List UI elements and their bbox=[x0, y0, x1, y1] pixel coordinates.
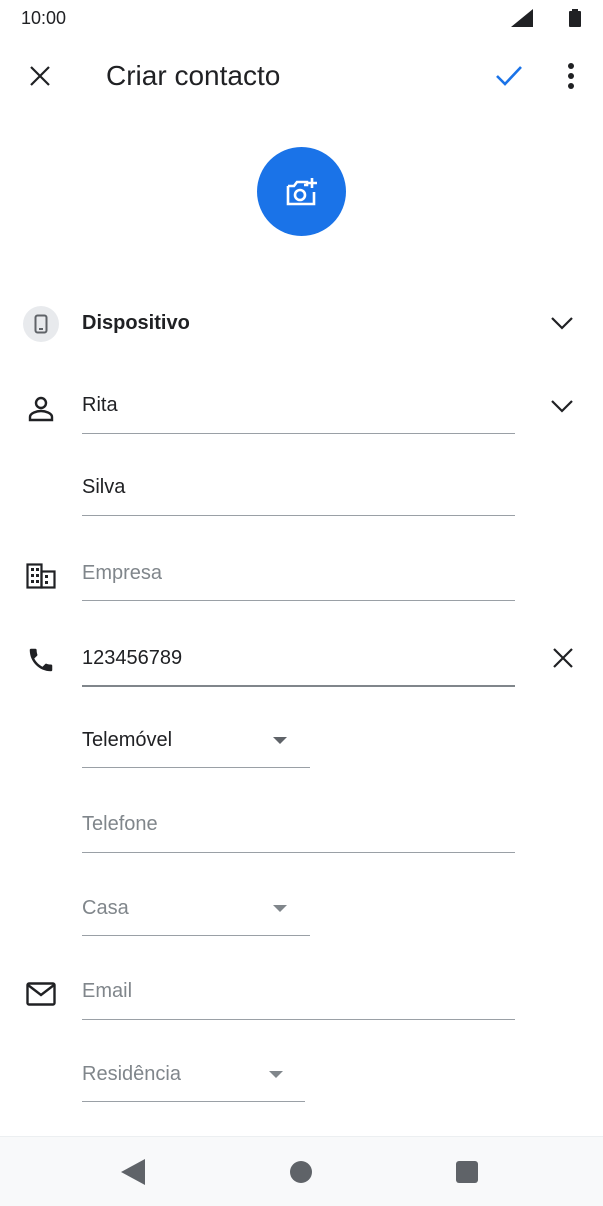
account-expand-button[interactable] bbox=[542, 303, 582, 343]
add-photo-button[interactable] bbox=[257, 147, 346, 236]
close-button[interactable] bbox=[16, 52, 64, 100]
dropdown-arrow-icon bbox=[273, 737, 287, 744]
clear-phone-button[interactable] bbox=[543, 638, 583, 678]
phone-type-underline bbox=[82, 767, 310, 768]
back-icon[interactable] bbox=[121, 1159, 145, 1185]
email-field[interactable]: Email bbox=[82, 972, 515, 1020]
second-phone-underline bbox=[82, 852, 515, 853]
phone-device-icon bbox=[34, 314, 48, 334]
company-placeholder: Empresa bbox=[82, 562, 163, 584]
battery-icon bbox=[569, 9, 581, 27]
chevron-down-icon bbox=[551, 400, 573, 413]
dropdown-arrow-icon bbox=[273, 905, 287, 912]
second-phone-type-value: Casa bbox=[82, 897, 129, 919]
name-expand-button[interactable] bbox=[542, 386, 582, 426]
phone-field[interactable]: 123456789 bbox=[82, 638, 515, 687]
email-placeholder: Email bbox=[82, 980, 133, 1002]
email-icon bbox=[26, 982, 56, 1006]
check-icon bbox=[496, 66, 522, 86]
more-vert-icon bbox=[568, 63, 574, 89]
phone-value: 123456789 bbox=[82, 647, 183, 669]
more-options-button[interactable] bbox=[547, 52, 595, 100]
person-icon bbox=[28, 396, 54, 422]
first-name-value: Rita bbox=[82, 394, 118, 416]
status-time: 10:00 bbox=[21, 8, 67, 28]
first-name-underline bbox=[82, 433, 515, 434]
save-button[interactable] bbox=[485, 52, 533, 100]
company-field[interactable]: Empresa bbox=[82, 554, 515, 601]
navigation-bar bbox=[0, 1136, 603, 1206]
last-name-underline bbox=[82, 515, 515, 516]
status-bar: 10:00 bbox=[0, 0, 603, 38]
second-phone-placeholder: Telefone bbox=[82, 813, 158, 835]
add-photo-icon bbox=[286, 177, 317, 205]
phone-underline bbox=[82, 685, 515, 687]
account-label[interactable]: Dispositivo bbox=[82, 312, 190, 335]
signal-icon bbox=[511, 9, 533, 27]
email-underline bbox=[82, 1019, 515, 1020]
phone-icon-wrap bbox=[24, 643, 58, 677]
last-name-field[interactable]: Silva bbox=[82, 470, 515, 516]
phone-type-select[interactable]: Telemóvel bbox=[82, 720, 310, 768]
email-type-select[interactable]: Residência bbox=[82, 1054, 305, 1102]
app-bar: Criar contacto bbox=[0, 38, 603, 116]
second-phone-field[interactable]: Telefone bbox=[82, 806, 515, 853]
last-name-value: Silva bbox=[82, 476, 126, 498]
recents-icon[interactable] bbox=[456, 1161, 478, 1183]
second-phone-type-select[interactable]: Casa bbox=[82, 888, 310, 936]
chevron-down-icon bbox=[551, 317, 573, 330]
business-icon bbox=[26, 563, 56, 589]
email-type-value: Residência bbox=[82, 1063, 181, 1085]
phone-icon bbox=[29, 648, 53, 672]
device-badge bbox=[23, 306, 59, 342]
clear-icon bbox=[553, 648, 573, 668]
close-icon bbox=[30, 66, 50, 86]
home-icon[interactable] bbox=[290, 1161, 312, 1183]
page-title: Criar contacto bbox=[106, 60, 281, 91]
email-type-underline bbox=[82, 1101, 305, 1102]
second-phone-type-underline bbox=[82, 935, 310, 936]
company-underline bbox=[82, 600, 515, 601]
email-icon-wrap bbox=[24, 977, 58, 1011]
person-icon-wrap bbox=[24, 392, 58, 426]
dropdown-arrow-icon bbox=[269, 1071, 283, 1078]
phone-type-value: Telemóvel bbox=[82, 729, 173, 751]
first-name-field[interactable]: Rita bbox=[82, 388, 515, 434]
business-icon-wrap bbox=[24, 559, 58, 593]
